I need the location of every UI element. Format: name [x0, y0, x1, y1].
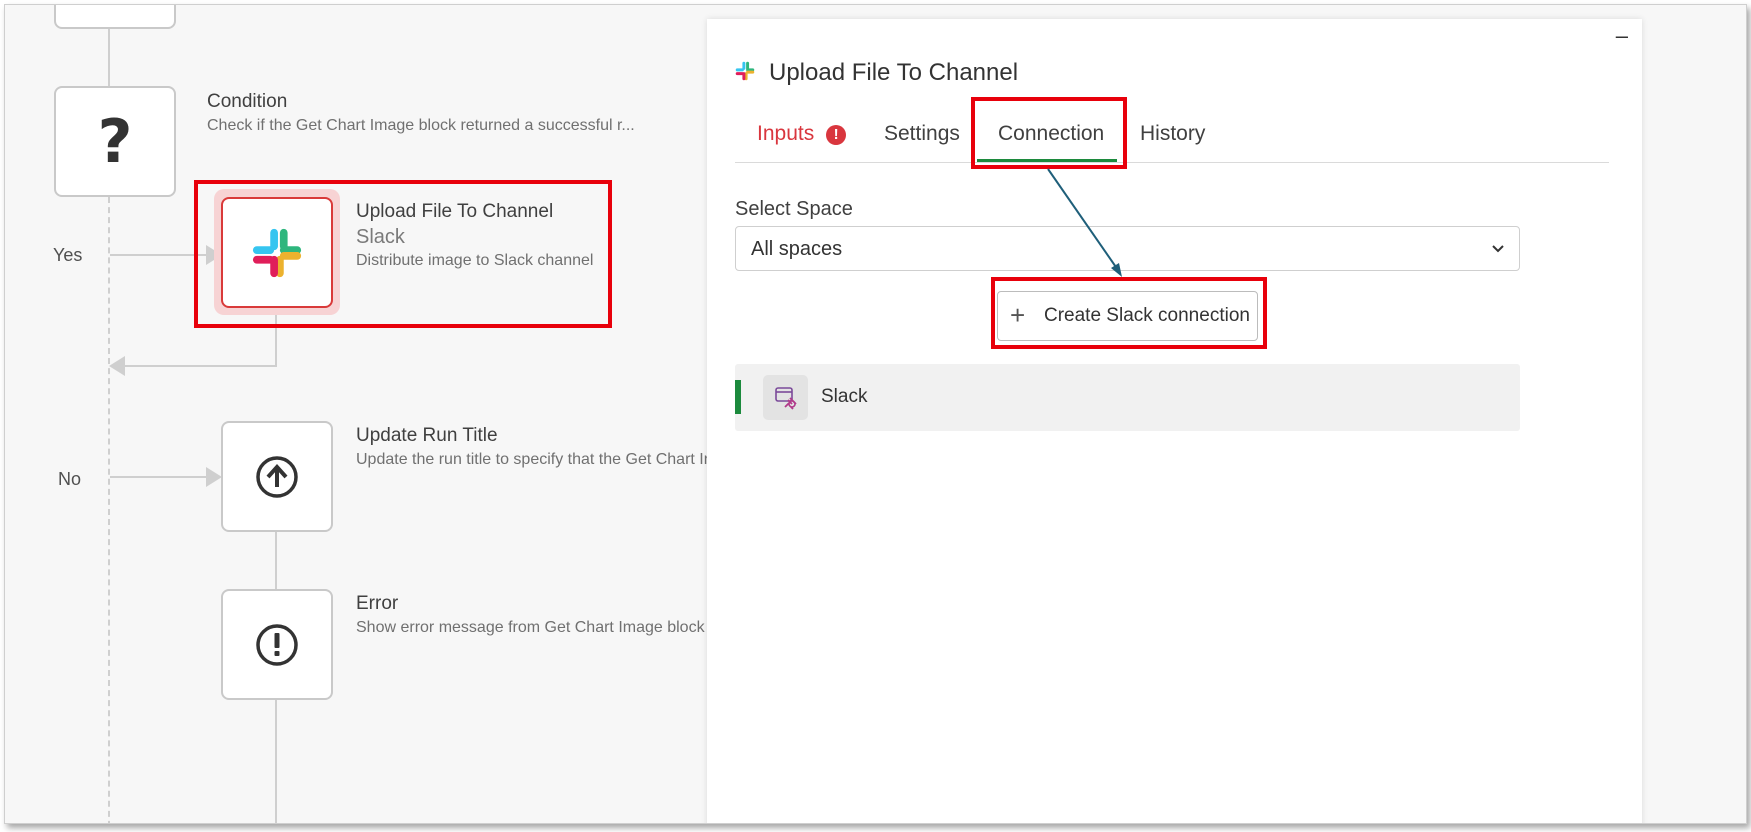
app-window: Yes No ? Condition Check if the Get Char…	[4, 4, 1747, 824]
annotation-arrow	[1047, 168, 1122, 277]
